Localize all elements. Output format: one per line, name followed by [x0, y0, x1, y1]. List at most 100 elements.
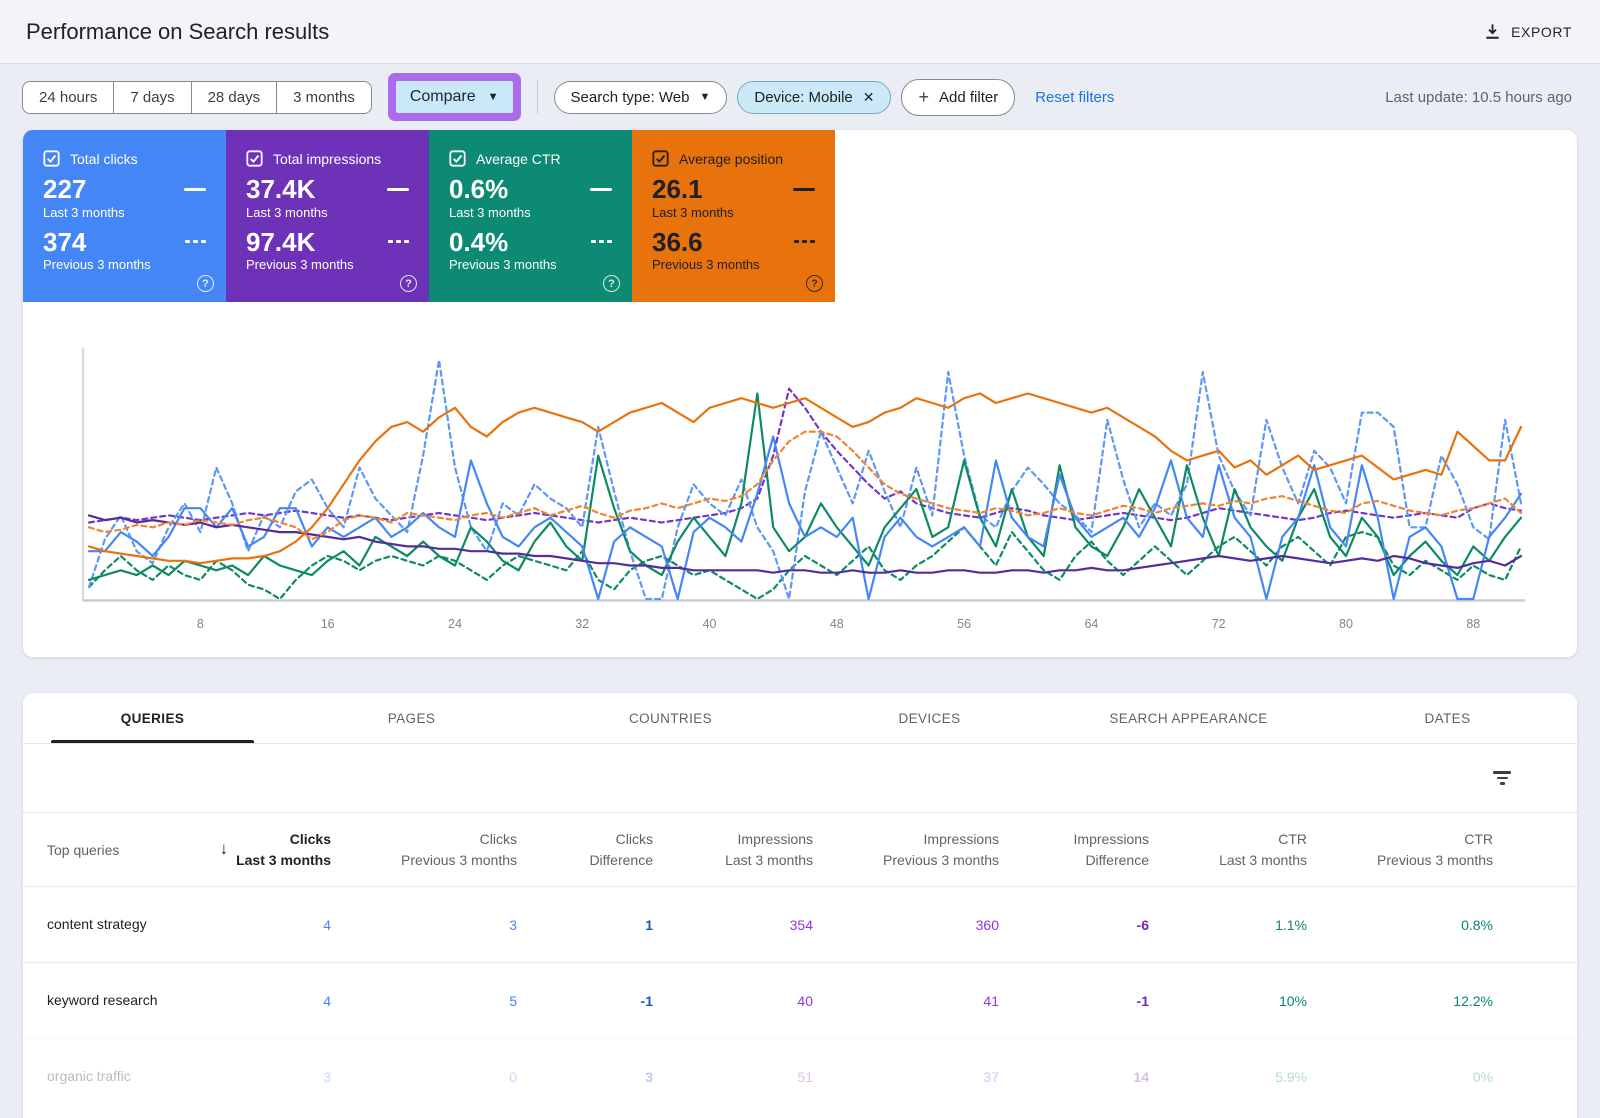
- checkbox-checked-icon[interactable]: [652, 150, 669, 167]
- value-cell: 3: [219, 1069, 331, 1085]
- date-range-28-days[interactable]: 28 days: [191, 81, 277, 114]
- column-header-clicks-difference[interactable]: ClicksDifference: [517, 829, 653, 870]
- table-row[interactable]: keyword research45-14041-110%12.2%: [23, 962, 1577, 1038]
- total-clicks-card[interactable]: Total clicks 227 Last 3 months 374 Previ…: [23, 130, 226, 302]
- tab-queries[interactable]: QUERIES: [23, 693, 282, 743]
- card-prev-value: 0.4%: [449, 228, 508, 257]
- value-cell: 37: [813, 1069, 999, 1085]
- column-header-clicks-last-3-months[interactable]: ↓ClicksLast 3 months: [219, 829, 331, 870]
- dashed-line-indicator-icon: [794, 240, 815, 243]
- card-last-value: 37.4K: [246, 175, 315, 204]
- checkbox-checked-icon[interactable]: [246, 150, 263, 167]
- checkbox-checked-icon[interactable]: [449, 150, 466, 167]
- svg-text:48: 48: [830, 617, 844, 631]
- svg-text:40: 40: [703, 617, 717, 631]
- series-ctr-last-3-months: [89, 394, 1521, 580]
- svg-text:16: 16: [321, 617, 335, 631]
- performance-line-chart[interactable]: 816243240485664728088: [75, 342, 1537, 642]
- table-toolbar: [23, 744, 1577, 812]
- date-range-24-hours[interactable]: 24 hours: [22, 81, 113, 114]
- card-label: Total impressions: [273, 151, 381, 167]
- solid-line-indicator-icon: [184, 188, 206, 191]
- value-cell: 14: [999, 1069, 1149, 1085]
- add-filter-label: Add filter: [939, 89, 998, 106]
- close-icon[interactable]: ✕: [863, 89, 875, 106]
- value-cell: -1: [517, 993, 653, 1009]
- query-cell[interactable]: content strategy: [47, 914, 219, 935]
- card-last-label: Last 3 months: [246, 205, 415, 220]
- column-header-impressions-difference[interactable]: ImpressionsDifference: [999, 829, 1149, 870]
- tab-devices[interactable]: DEVICES: [800, 693, 1059, 743]
- search-type-filter[interactable]: Search type: Web ▼: [554, 81, 728, 114]
- filter-bar: 24 hours7 days28 days3 months Compare ▼ …: [0, 64, 1600, 130]
- value-cell: 51: [653, 1069, 813, 1085]
- help-icon[interactable]: ?: [603, 275, 620, 292]
- column-header-impressions-last-3-months[interactable]: ImpressionsLast 3 months: [653, 829, 813, 870]
- compare-button[interactable]: Compare ▼: [396, 81, 513, 113]
- svg-text:72: 72: [1212, 617, 1226, 631]
- card-prev-label: Previous 3 months: [652, 257, 821, 272]
- card-last-label: Last 3 months: [449, 205, 618, 220]
- performance-chart-panel: Total clicks 227 Last 3 months 374 Previ…: [23, 130, 1577, 657]
- checkbox-checked-icon[interactable]: [43, 150, 60, 167]
- card-prev-value: 97.4K: [246, 228, 315, 257]
- svg-text:24: 24: [448, 617, 462, 631]
- row-header-label[interactable]: Top queries: [47, 842, 219, 858]
- column-header-ctr-last-3-months[interactable]: CTRLast 3 months: [1149, 829, 1307, 870]
- metric-cards: Total clicks 227 Last 3 months 374 Previ…: [23, 130, 1577, 302]
- column-header-impressions-previous-3-months[interactable]: ImpressionsPrevious 3 months: [813, 829, 999, 870]
- add-filter-button[interactable]: + Add filter: [901, 79, 1015, 116]
- last-update-text: Last update: 10.5 hours ago: [1385, 89, 1572, 106]
- date-range-3-months[interactable]: 3 months: [276, 81, 372, 114]
- table-row[interactable]: content strategy431354360-61.1%0.8%: [23, 886, 1577, 962]
- value-cell: 360: [813, 917, 999, 933]
- average-position-card[interactable]: Average position 26.1 Last 3 months 36.6…: [632, 130, 835, 302]
- card-prev-value: 374: [43, 228, 86, 257]
- dimension-tabs: QUERIESPAGESCOUNTRIESDEVICESSEARCH APPEA…: [23, 693, 1577, 744]
- page-title: Performance on Search results: [26, 19, 329, 45]
- device-filter-chip[interactable]: Device: Mobile ✕: [737, 81, 891, 114]
- total-impressions-card[interactable]: Total impressions 37.4K Last 3 months 97…: [226, 130, 429, 302]
- export-button[interactable]: EXPORT: [1484, 23, 1572, 40]
- column-header-ctr-previous-3-months[interactable]: CTRPrevious 3 months: [1307, 829, 1493, 870]
- dashed-line-indicator-icon: [591, 240, 612, 243]
- filter-rows-icon[interactable]: [1493, 771, 1511, 785]
- help-icon[interactable]: ?: [400, 275, 417, 292]
- date-range-7-days[interactable]: 7 days: [113, 81, 190, 114]
- table-header-row: Top queries ↓ClicksLast 3 monthsClicksPr…: [23, 812, 1577, 886]
- value-cell: 3: [331, 917, 517, 933]
- value-cell: -6: [999, 917, 1149, 933]
- device-filter-label: Device: Mobile: [754, 89, 852, 106]
- help-icon[interactable]: ?: [806, 275, 823, 292]
- value-cell: 0.8%: [1307, 917, 1493, 933]
- svg-text:32: 32: [575, 617, 589, 631]
- value-cell: 12.2%: [1307, 993, 1493, 1009]
- query-cell[interactable]: organic traffic: [47, 1066, 219, 1087]
- value-cell: 0: [331, 1069, 517, 1085]
- table-row[interactable]: organic traffic3035137145.9%0%: [23, 1038, 1577, 1114]
- card-prev-label: Previous 3 months: [449, 257, 618, 272]
- average-ctr-card[interactable]: Average CTR 0.6% Last 3 months 0.4% Prev…: [429, 130, 632, 302]
- query-cell[interactable]: keyword research: [47, 990, 219, 1011]
- top-bar: Performance on Search results EXPORT: [0, 0, 1600, 64]
- card-last-value: 227: [43, 175, 86, 204]
- chevron-down-icon: ▼: [699, 91, 710, 103]
- tab-countries[interactable]: COUNTRIES: [541, 693, 800, 743]
- help-icon[interactable]: ?: [197, 275, 214, 292]
- dimensions-table-panel: QUERIESPAGESCOUNTRIESDEVICESSEARCH APPEA…: [23, 693, 1577, 1118]
- tab-search-appearance[interactable]: SEARCH APPEARANCE: [1059, 693, 1318, 743]
- svg-text:56: 56: [957, 617, 971, 631]
- chart-area: 816243240485664728088: [23, 302, 1577, 647]
- value-cell: 4: [219, 917, 331, 933]
- svg-text:80: 80: [1339, 617, 1353, 631]
- table-body: content strategy431354360-61.1%0.8%keywo…: [23, 886, 1577, 1114]
- reset-filters-link[interactable]: Reset filters: [1035, 89, 1114, 106]
- tab-pages[interactable]: PAGES: [282, 693, 541, 743]
- card-label: Average position: [679, 151, 783, 167]
- value-cell: 10%: [1149, 993, 1307, 1009]
- column-header-clicks-previous-3-months[interactable]: ClicksPrevious 3 months: [331, 829, 517, 870]
- series-clicks-last-3-months: [89, 437, 1521, 600]
- tab-dates[interactable]: DATES: [1318, 693, 1577, 743]
- solid-line-indicator-icon: [793, 188, 815, 191]
- solid-line-indicator-icon: [590, 188, 612, 191]
